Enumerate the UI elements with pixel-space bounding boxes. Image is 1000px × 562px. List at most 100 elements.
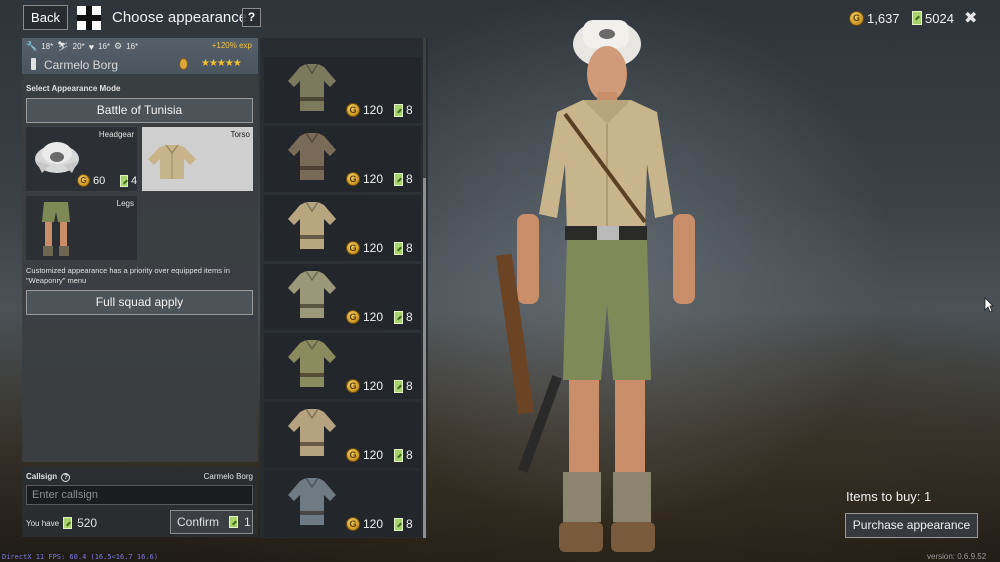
ticket-icon bbox=[394, 103, 403, 117]
item-tickets: 8 bbox=[394, 517, 413, 531]
ticket-icon bbox=[394, 241, 403, 255]
item-tickets: 8 bbox=[394, 448, 413, 462]
ticket-icon bbox=[63, 517, 73, 529]
torso-outfit-icon bbox=[288, 132, 336, 180]
item-ticket-value: 8 bbox=[406, 103, 413, 117]
item-tickets: 8 bbox=[394, 241, 413, 255]
ticket-icon bbox=[912, 11, 922, 25]
torso-item-card[interactable]: G 120 8 bbox=[264, 264, 421, 330]
gold-coin-icon: G bbox=[346, 103, 360, 117]
item-ticket-value: 8 bbox=[406, 517, 413, 531]
callsign-input[interactable] bbox=[26, 485, 253, 505]
purchase-appearance-button[interactable]: Purchase appearance bbox=[845, 513, 978, 538]
you-have-value: 520 bbox=[77, 516, 98, 530]
gear-icon: ⚙ bbox=[114, 41, 123, 51]
slot-label: Headgear bbox=[98, 130, 134, 139]
soldier-stats: 🔧 18* ⛷ 20* ♥ 16* ⚙ 16* bbox=[26, 41, 138, 52]
callsign-section: Callsign ? Carmelo Borg You have 520 Con… bbox=[22, 467, 258, 537]
torso-item-card[interactable]: G 120 8 bbox=[264, 333, 421, 399]
callsign-label: Callsign ? bbox=[26, 472, 71, 482]
confirm-label: Confirm bbox=[177, 515, 220, 529]
shirt-icon bbox=[148, 144, 196, 179]
stat-value: 18* bbox=[41, 42, 54, 51]
priority-note: Customized appearance has a priority ove… bbox=[26, 266, 230, 285]
torso-outfit-icon bbox=[288, 270, 336, 318]
back-button[interactable]: Back bbox=[23, 5, 68, 30]
torso-item-list[interactable]: G 120 8 G 120 8 G 120 8 G 120 8 G 120 8 G 120 8 G 120 8 bbox=[260, 38, 428, 538]
slot-headgear[interactable]: Headgear G 60 4 bbox=[26, 127, 137, 191]
item-tickets: 8 bbox=[394, 310, 413, 324]
gold-coin-icon: G bbox=[346, 517, 360, 531]
item-ticket-value: 8 bbox=[406, 241, 413, 255]
gold-coin-icon: G bbox=[346, 379, 360, 393]
torso-item-card[interactable]: G 120 8 bbox=[264, 57, 421, 123]
you-have-label: You have bbox=[26, 518, 60, 528]
item-ticket-value: 8 bbox=[406, 310, 413, 324]
slot-label: Torso bbox=[230, 130, 250, 139]
ticket-icon bbox=[394, 448, 403, 462]
close-icon[interactable]: ✖ bbox=[964, 8, 977, 28]
appearance-mode-select[interactable]: Battle of Tunisia bbox=[26, 98, 253, 123]
soldier-name: Carmelo Borg bbox=[44, 58, 119, 72]
ticket-amount: 5024 bbox=[925, 10, 954, 26]
exp-bonus: +120% exp bbox=[211, 41, 252, 50]
stat-value: 20* bbox=[72, 42, 85, 51]
full-squad-apply-button[interactable]: Full squad apply bbox=[26, 290, 253, 315]
help-button[interactable]: ? bbox=[242, 8, 261, 27]
gold-coin-icon: G bbox=[346, 448, 360, 462]
slot-legs[interactable]: Legs bbox=[26, 196, 137, 260]
ticket-icon bbox=[120, 175, 128, 187]
appearance-mode-label: Select Appearance Mode bbox=[26, 84, 121, 93]
slot-tickets: 4 bbox=[120, 175, 137, 187]
soldier-card[interactable]: 🔧 18* ⛷ 20* ♥ 16* ⚙ 16* +120% exp Carmel… bbox=[22, 38, 258, 74]
mouse-cursor-icon bbox=[984, 297, 994, 313]
medal-icon bbox=[179, 58, 188, 70]
torso-item-card[interactable]: G 120 8 bbox=[264, 471, 421, 537]
item-price: G 120 bbox=[346, 310, 383, 324]
item-price-value: 120 bbox=[363, 241, 384, 255]
item-price: G 120 bbox=[346, 103, 383, 117]
item-ticket-value: 8 bbox=[406, 379, 413, 393]
stat-value: 16* bbox=[98, 42, 111, 51]
running-icon: ⛷ bbox=[57, 41, 69, 51]
gold-coin-icon: G bbox=[77, 174, 90, 187]
torso-item-card[interactable]: G 120 8 bbox=[264, 126, 421, 192]
gold-coin-icon: G bbox=[849, 10, 864, 26]
torso-outfit-icon bbox=[288, 63, 336, 111]
ticket-icon bbox=[394, 310, 403, 324]
help-icon[interactable]: ? bbox=[61, 473, 71, 482]
rating-stars: ★★★★★ bbox=[201, 58, 242, 69]
torso-outfit-icon bbox=[288, 201, 336, 249]
wrench-icon: 🔧 bbox=[26, 41, 38, 51]
item-price-value: 120 bbox=[363, 379, 384, 393]
item-price: G 120 bbox=[346, 241, 383, 255]
scrollbar-thumb[interactable] bbox=[423, 178, 426, 538]
torso-item-card[interactable]: G 120 8 bbox=[264, 402, 421, 468]
slot-torso[interactable]: Torso bbox=[142, 127, 253, 191]
slot-ticket-value: 4 bbox=[131, 175, 137, 187]
item-price: G 120 bbox=[346, 517, 383, 531]
ticket-icon bbox=[394, 517, 403, 531]
confirm-callsign-button[interactable]: Confirm 1 bbox=[170, 510, 253, 534]
callsign-label-text: Callsign bbox=[26, 472, 58, 481]
item-price-value: 120 bbox=[363, 172, 384, 186]
item-tickets: 8 bbox=[394, 172, 413, 186]
item-price-value: 120 bbox=[363, 310, 384, 324]
gold-coin-icon: G bbox=[346, 172, 360, 186]
item-price-value: 120 bbox=[363, 448, 384, 462]
stat-value: 16* bbox=[126, 42, 139, 51]
confirm-cost: 1 bbox=[244, 515, 251, 529]
callsign-current-name: Carmelo Borg bbox=[203, 472, 253, 481]
gold-amount: 1,637 bbox=[867, 10, 900, 26]
torso-item-card[interactable]: G 120 8 bbox=[264, 195, 421, 261]
shorts-icon bbox=[42, 202, 70, 256]
slot-label: Legs bbox=[116, 199, 134, 208]
heart-icon: ♥ bbox=[88, 41, 95, 52]
iron-cross-flag-icon bbox=[77, 6, 101, 30]
gold-coin-icon: G bbox=[346, 310, 360, 324]
soldier-character-model bbox=[495, 20, 695, 552]
page-title: Choose appearance bbox=[112, 9, 248, 26]
item-ticket-value: 8 bbox=[406, 172, 413, 186]
item-ticket-value: 8 bbox=[406, 448, 413, 462]
item-price: G 120 bbox=[346, 172, 383, 186]
